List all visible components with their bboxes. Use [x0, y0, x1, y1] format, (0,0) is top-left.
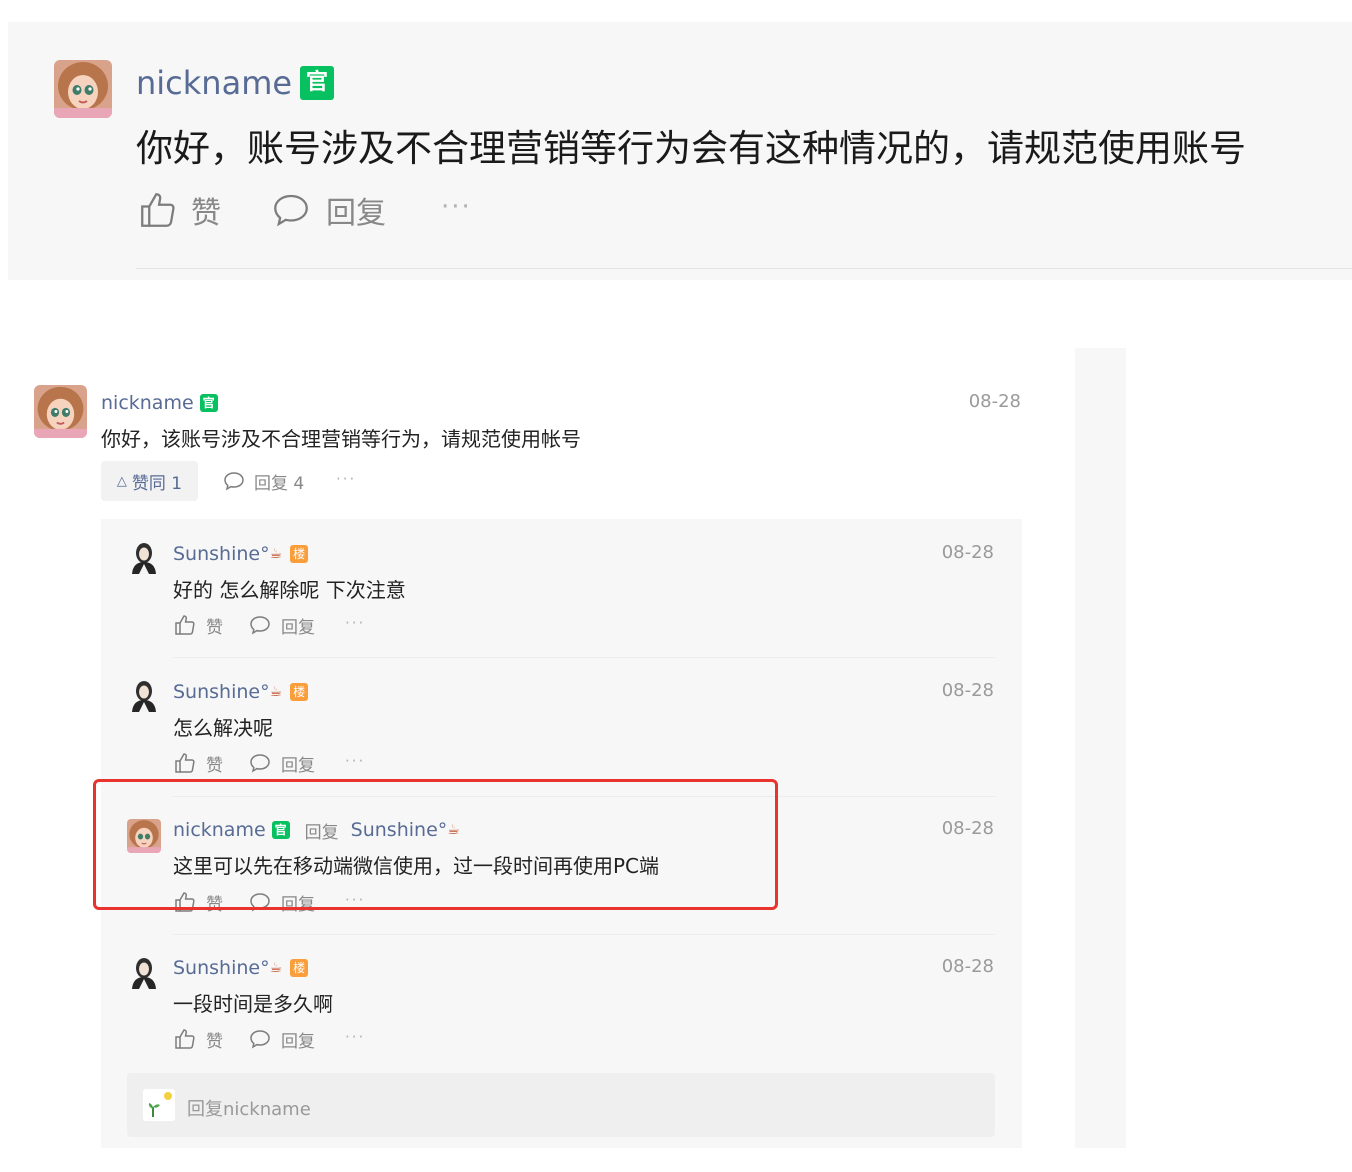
- reply-count-label: 回复 4: [254, 473, 305, 494]
- like-label: 赞: [206, 617, 223, 638]
- like-label: 赞: [206, 755, 223, 776]
- reply-button[interactable]: 回复: [248, 751, 315, 776]
- thumbs-up-icon: [173, 1027, 197, 1051]
- thumbs-up-icon: [173, 751, 197, 775]
- agree-triangle-icon: △: [116, 473, 127, 489]
- comment-bubble-icon: [270, 189, 312, 231]
- thumbs-up-icon: [173, 613, 197, 637]
- author-name[interactable]: Sunshine°: [173, 681, 270, 703]
- author-name[interactable]: Sunshine°: [173, 543, 270, 565]
- floor-badge: 楼: [290, 683, 309, 701]
- more-dots-icon[interactable]: ···: [441, 192, 472, 222]
- like-button[interactable]: 赞: [173, 1027, 223, 1052]
- scrollbar-track[interactable]: [1075, 348, 1126, 1148]
- comment-text: 你好，账号涉及不合理营销等行为会有这种情况的，请规范使用账号: [136, 127, 1246, 170]
- reply-text: 好的 怎么解除呢 下次注意: [173, 578, 406, 602]
- reply-count-button[interactable]: 回复 4: [222, 469, 305, 494]
- reply-button[interactable]: 回复: [270, 188, 386, 232]
- reply-date: 08-28: [941, 680, 994, 701]
- agree-button[interactable]: △ 赞同 1: [101, 461, 198, 501]
- reply-date: 08-28: [941, 818, 994, 839]
- comment-text: 你好，该账号涉及不合理营销等行为，请规范使用帐号: [101, 427, 581, 451]
- like-button[interactable]: 赞: [173, 613, 223, 638]
- comment-header: nickname 官: [136, 62, 335, 104]
- comment-bubble-icon: [248, 613, 272, 637]
- floor-badge: 楼: [290, 545, 309, 563]
- reply-button[interactable]: 回复: [248, 1027, 315, 1052]
- coffee-emoji: ☕: [269, 546, 283, 562]
- reply-header: Sunshine° ☕ 楼: [173, 956, 309, 980]
- divider: [136, 268, 1352, 269]
- comment-bubble-icon: [248, 751, 272, 775]
- reply-header: Sunshine° ☕ 楼: [173, 542, 309, 566]
- reply-text: 一段时间是多久啊: [173, 992, 333, 1016]
- reply-label: 回复: [281, 755, 315, 776]
- avatar[interactable]: [54, 60, 112, 118]
- reply-label: 回复: [281, 617, 315, 638]
- reply-input-placeholder[interactable]: 回复nickname: [187, 1095, 311, 1121]
- more-dots-icon[interactable]: ···: [345, 614, 365, 632]
- like-button[interactable]: 赞: [173, 751, 223, 776]
- sprout-avatar: [143, 1089, 175, 1121]
- reply-header: Sunshine° ☕ 楼: [173, 680, 309, 704]
- more-dots-icon[interactable]: ···: [336, 470, 356, 488]
- author-name[interactable]: Sunshine°: [173, 957, 270, 979]
- agree-label: 赞同 1: [131, 473, 183, 494]
- avatar[interactable]: [127, 678, 161, 712]
- like-button[interactable]: 赞: [137, 188, 221, 232]
- author-name[interactable]: nickname: [136, 64, 292, 102]
- avatar[interactable]: [34, 385, 87, 438]
- avatar[interactable]: [127, 540, 161, 574]
- reply-button[interactable]: 回复: [248, 613, 315, 638]
- reply-date: 08-28: [941, 956, 994, 977]
- author-name[interactable]: nickname: [101, 392, 194, 414]
- more-dots-icon[interactable]: ···: [345, 752, 365, 770]
- main-comment-header: nickname 官: [101, 391, 218, 415]
- reply-text: 怎么解决呢: [173, 716, 273, 740]
- reply-label: 回复: [326, 196, 386, 231]
- like-label: 赞: [206, 1031, 223, 1052]
- coffee-emoji: ☕: [269, 960, 283, 976]
- more-dots-icon[interactable]: ···: [345, 1028, 365, 1046]
- divider: [173, 657, 995, 658]
- comment-date: 08-28: [968, 391, 1021, 412]
- comment-bubble-icon: [248, 1027, 272, 1051]
- thumbs-up-icon: [137, 189, 179, 231]
- official-badge: 官: [300, 66, 335, 100]
- floor-badge: 楼: [290, 959, 309, 977]
- reply-date: 08-28: [941, 542, 994, 563]
- reply-label: 回复: [281, 1031, 315, 1052]
- divider: [173, 934, 995, 935]
- highlight-annotation: [93, 779, 778, 910]
- like-label: 赞: [191, 196, 221, 231]
- comment-bubble-icon: [222, 469, 246, 493]
- coffee-emoji: ☕: [269, 684, 283, 700]
- avatar[interactable]: [127, 955, 161, 989]
- official-badge: 官: [199, 394, 218, 412]
